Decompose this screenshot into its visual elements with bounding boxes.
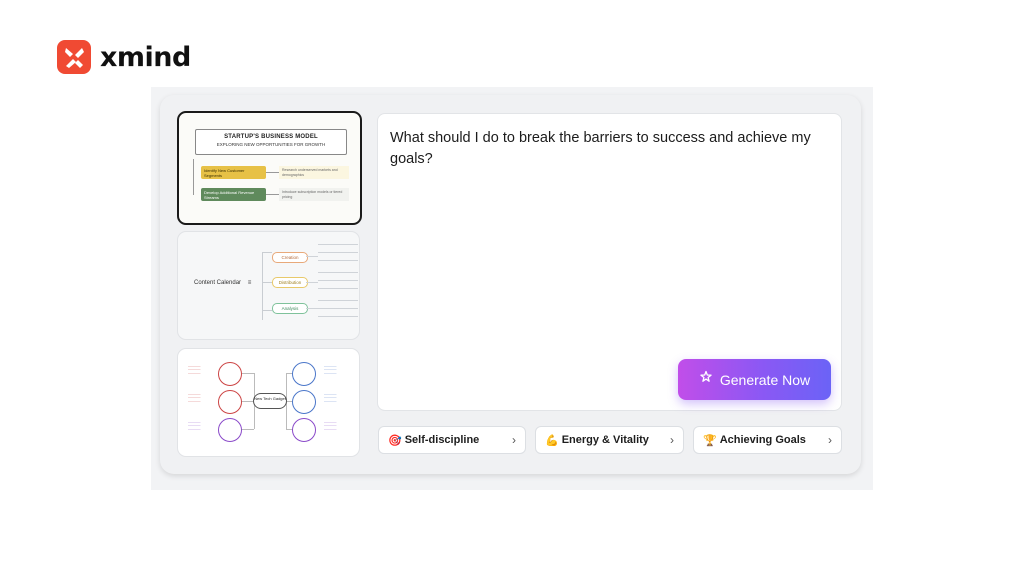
template-node: Distribution (272, 277, 308, 288)
suggestion-label: Achieving Goals (719, 434, 806, 446)
flexed-biceps-icon: 💪 (545, 434, 559, 447)
connector-line (193, 159, 194, 195)
template-center-topic: New Tech Gadget (253, 393, 287, 409)
suggestion-chip-achieving-goals[interactable]: 🏆 Achieving Goals › (693, 426, 842, 454)
template-card-business-model[interactable]: STARTUP'S BUSINESS MODEL EXPLORING NEW O… (177, 111, 362, 225)
template-card-content-calendar[interactable]: Content Calendar ≡ Creation Distribution… (177, 231, 360, 340)
connector-line (262, 282, 272, 283)
connector-line (266, 194, 279, 195)
connector-line (262, 310, 272, 311)
trophy-icon: 🏆 (703, 434, 717, 447)
connector-line (306, 308, 318, 309)
template-node (292, 390, 316, 414)
template-node: Creation (272, 252, 308, 263)
leaf-line (318, 300, 358, 301)
suggestion-label: Self-discipline (404, 434, 480, 446)
chevron-right-icon: › (512, 433, 516, 447)
template-leaf-text: ————— ————— ————— (188, 365, 201, 375)
target-icon: 🎯 (388, 434, 402, 447)
template-branch: Identify New Customer Segments (201, 166, 266, 179)
template-leaf-text: ————— ————— ————— (324, 393, 337, 403)
connector-line (262, 252, 272, 253)
brand-name: xmind (100, 41, 191, 73)
connector-line (306, 282, 318, 283)
template-leaf-text: ————— ————— ————— (188, 393, 201, 403)
template-node (218, 418, 242, 442)
template-branch: Develop Additional Revenue Streams (201, 188, 266, 201)
suggestion-chip-energy-vitality[interactable]: 💪 Energy & Vitality › (535, 426, 684, 454)
leaf-line (318, 316, 358, 317)
template-leaf-text: ————— ————— ————— (324, 365, 337, 375)
leaf-line (318, 260, 358, 261)
connector-line (306, 256, 318, 257)
template-leaf-text: ————— ————— ————— (324, 421, 337, 431)
leaf-line (318, 288, 358, 289)
xmind-logo-icon (57, 40, 91, 74)
chevron-right-icon: › (828, 433, 832, 447)
template-card-tech-gadget[interactable]: New Tech Gadget ————— ————— ————— ————— ———… (177, 348, 360, 457)
brand: xmind (57, 40, 191, 74)
template-leaf-text: ————— ————— ————— (188, 421, 201, 431)
prompt-input-card[interactable]: What should I do to break the barriers t… (377, 113, 842, 411)
sparkle-icon (699, 370, 713, 389)
template-center-topic: Content Calendar ≡ (194, 280, 251, 286)
template-subtitle: EXPLORING NEW OPPORTUNITIES FOR GROWTH (216, 142, 326, 147)
generate-now-button[interactable]: Generate Now (678, 359, 831, 400)
template-node (218, 362, 242, 386)
template-title-box: STARTUP'S BUSINESS MODEL EXPLORING NEW O… (195, 129, 347, 155)
leaf-line (318, 280, 358, 281)
leaf-line (318, 252, 358, 253)
template-node (218, 390, 242, 414)
template-branch-note: Research underserved markets and demogra… (279, 166, 349, 179)
connector-line (266, 172, 279, 173)
notes-icon: ≡ (247, 280, 252, 286)
prompt-text[interactable]: What should I do to break the barriers t… (390, 128, 820, 170)
leaf-line (318, 308, 358, 309)
template-center-label: Content Calendar (194, 280, 242, 286)
chevron-right-icon: › (670, 433, 674, 447)
leaf-line (318, 272, 358, 273)
template-node (292, 362, 316, 386)
template-node (292, 418, 316, 442)
leaf-line (318, 244, 358, 245)
suggestion-chip-self-discipline[interactable]: 🎯 Self-discipline › (378, 426, 526, 454)
generate-now-label: Generate Now (719, 371, 811, 388)
template-node: Analysis (272, 303, 308, 314)
template-branch-note: Introduce subscription models or tiered … (279, 188, 349, 201)
suggestion-label: Energy & Vitality (561, 434, 649, 446)
template-title: STARTUP'S BUSINESS MODEL (224, 134, 318, 140)
